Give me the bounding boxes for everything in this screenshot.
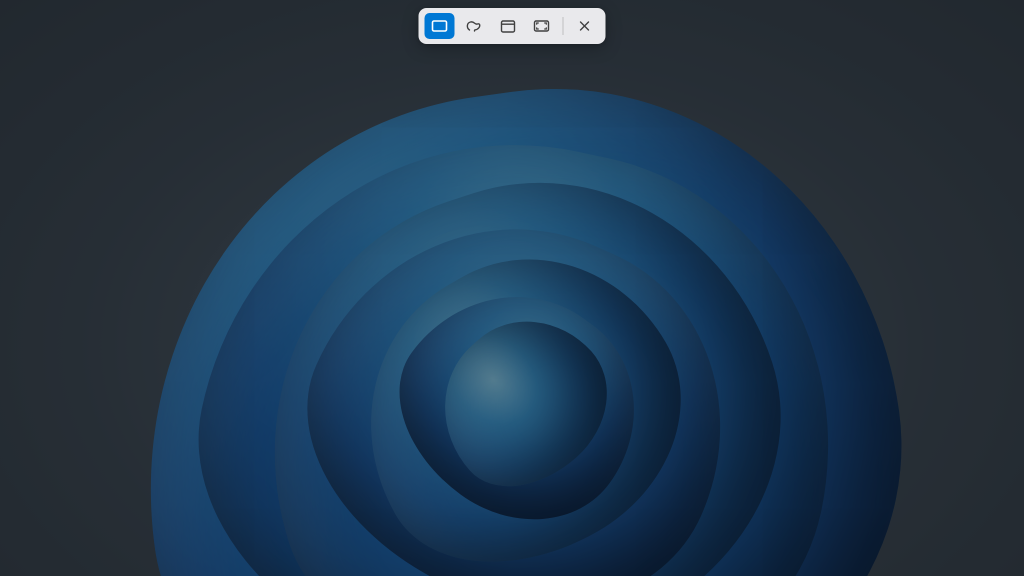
close-button[interactable] <box>570 13 600 39</box>
fullscreen-icon <box>534 20 550 32</box>
toolbar-divider <box>563 17 564 35</box>
rectangle-icon <box>432 20 448 32</box>
rectangular-snip-button[interactable] <box>425 13 455 39</box>
fullscreen-snip-button[interactable] <box>527 13 557 39</box>
window-icon <box>500 20 515 33</box>
snipping-tool-toolbar <box>419 8 606 44</box>
freeform-icon <box>466 19 482 33</box>
close-icon <box>579 20 591 32</box>
freeform-snip-button[interactable] <box>459 13 489 39</box>
screen-dim-overlay <box>0 0 1024 576</box>
window-snip-button[interactable] <box>493 13 523 39</box>
